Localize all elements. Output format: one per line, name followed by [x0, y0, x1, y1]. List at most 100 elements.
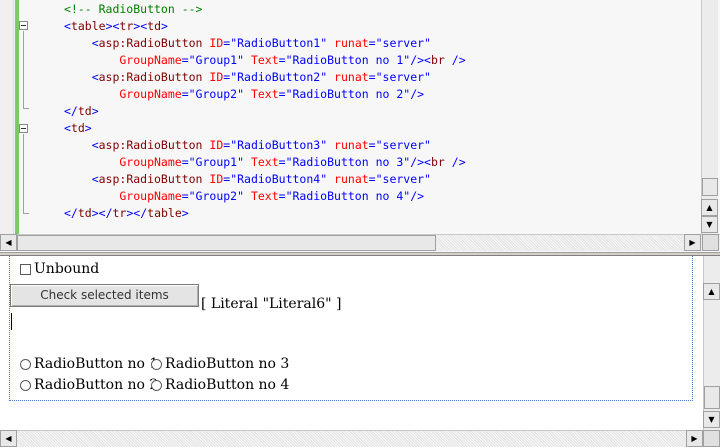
scroll-right-icon[interactable]: ▶ — [684, 234, 701, 251]
code-line[interactable]: <asp:RadioButton ID="RadioButton4" runat… — [64, 171, 431, 188]
radiobutton-1-label: RadioButton no 1 — [34, 356, 159, 372]
code-token: table — [70, 19, 106, 33]
code-token: tr — [119, 19, 134, 33]
code-token: ="server" — [368, 70, 431, 84]
code-token: br — [430, 53, 445, 67]
code-token: </ — [64, 206, 78, 220]
code-token: Text — [244, 189, 279, 203]
code-token: ="RadioButton no 3" — [278, 155, 411, 169]
design-view-pane[interactable]: Unbound Check selected items [ Literal "… — [0, 256, 720, 447]
code-token: > — [161, 19, 168, 33]
code-token: ="server" — [368, 36, 431, 50]
radiobutton-4[interactable] — [151, 380, 162, 391]
code-token: >< — [133, 19, 148, 33]
code-token: < — [64, 138, 99, 152]
code-token: ID — [202, 172, 224, 186]
code-horizontal-scrollbar[interactable]: ◀ ▶ — [0, 234, 720, 251]
code-line[interactable]: GroupName="Group1" Text="RadioButton no … — [64, 52, 466, 69]
radiobutton-4-label: RadioButton no 4 — [165, 377, 290, 393]
code-line[interactable]: <asp:RadioButton ID="RadioButton2" runat… — [64, 69, 431, 86]
radiobutton-1[interactable] — [20, 359, 31, 370]
radiobutton-2[interactable] — [20, 380, 31, 391]
code-token: ="Group1" — [181, 155, 245, 169]
code-token: ="RadioButton1" — [223, 36, 328, 50]
code-line[interactable]: <asp:RadioButton ID="RadioButton1" runat… — [64, 35, 431, 52]
code-line[interactable]: <td> — [64, 120, 92, 137]
code-token: td — [70, 121, 85, 135]
code-token: < — [64, 36, 99, 50]
code-token: asp:RadioButton — [98, 172, 203, 186]
code-token: ID — [202, 138, 224, 152]
code-token: ="server" — [368, 172, 431, 186]
code-line[interactable]: <table><tr><td> — [64, 18, 168, 35]
line-gutter — [0, 0, 14, 234]
code-editor-pane[interactable]: <!-- RadioButton --> <table><tr><td> <asp… — [0, 0, 720, 252]
code-token: Text — [244, 155, 279, 169]
code-token: ="RadioButton no 1" — [278, 53, 411, 67]
scroll-left-icon[interactable]: ◀ — [0, 234, 17, 251]
code-token: ="server" — [368, 138, 431, 152]
check-selected-items-button[interactable]: Check selected items — [10, 284, 199, 307]
code-text-area[interactable]: <!-- RadioButton --> <table><tr><td> <asp… — [19, 0, 701, 234]
code-token: /> — [444, 155, 466, 169]
code-token: /> — [444, 53, 466, 67]
design-vertical-scrollbar[interactable]: ▲ ▼ — [703, 256, 720, 430]
code-line[interactable]: GroupName="Group1" Text="RadioButton no … — [64, 154, 466, 171]
code-token: ></ — [91, 206, 113, 220]
literal-placeholder: [ Literal "Literal6" ] — [201, 296, 342, 312]
code-token: ="RadioButton2" — [223, 70, 328, 84]
horizontal-scroll-thumb[interactable] — [17, 235, 436, 251]
code-token: /> — [410, 87, 425, 101]
scroll-up-icon[interactable]: ▲ — [701, 199, 718, 216]
code-token: tr — [112, 206, 127, 220]
code-token: ></ — [126, 206, 148, 220]
code-token: ID — [202, 70, 224, 84]
unbound-checkbox-label: Unbound — [34, 261, 100, 277]
unbound-checkbox[interactable] — [20, 264, 31, 275]
code-token: Text — [244, 87, 279, 101]
code-token: runat — [327, 172, 369, 186]
scroll-up-icon[interactable]: ▲ — [703, 283, 720, 300]
code-token: >< — [105, 19, 120, 33]
code-token: GroupName — [64, 87, 182, 101]
design-horizontal-scrollbar[interactable]: ◀ ▶ — [0, 430, 720, 447]
code-token: < — [64, 19, 71, 33]
code-token: GroupName — [64, 189, 182, 203]
code-token: asp:RadioButton — [98, 70, 203, 84]
code-line[interactable]: GroupName="Group2" Text="RadioButton no … — [64, 86, 424, 103]
code-token: ="RadioButton no 4" — [278, 189, 411, 203]
code-vertical-scrollbar[interactable]: ▲ ▼ — [701, 0, 718, 234]
corner-box — [703, 430, 720, 447]
code-token: td — [77, 206, 92, 220]
code-line[interactable]: <asp:RadioButton ID="RadioButton3" runat… — [64, 137, 431, 154]
scroll-down-icon[interactable]: ▼ — [703, 411, 720, 428]
code-token: < — [64, 70, 99, 84]
vertical-scroll-thumb[interactable] — [702, 178, 718, 196]
code-line[interactable]: GroupName="Group2" Text="RadioButton no … — [64, 188, 424, 205]
code-token: td — [77, 104, 92, 118]
code-token: > — [84, 121, 92, 135]
radiobutton-2-label: RadioButton no 2 — [34, 377, 159, 393]
code-token: ="Group2" — [181, 189, 245, 203]
code-token: > — [91, 104, 99, 118]
design-surface[interactable]: Unbound Check selected items [ Literal "… — [0, 256, 720, 447]
vertical-scroll-thumb[interactable] — [704, 386, 720, 409]
code-token: /> — [410, 189, 425, 203]
scroll-down-icon[interactable]: ▼ — [701, 216, 718, 233]
code-token: <!-- RadioButton --> — [64, 2, 203, 16]
code-token: < — [64, 172, 99, 186]
code-token: />< — [410, 53, 431, 67]
radiobutton-3-label: RadioButton no 3 — [165, 356, 290, 372]
code-token: br — [430, 155, 445, 169]
code-line[interactable]: <!-- RadioButton --> — [64, 1, 202, 18]
code-token: ="RadioButton no 2" — [278, 87, 411, 101]
radiobutton-3[interactable] — [151, 359, 162, 370]
scroll-left-icon[interactable]: ◀ — [0, 430, 17, 447]
code-line[interactable]: </td></tr></table> — [64, 205, 189, 222]
code-token: GroupName — [64, 53, 182, 67]
code-token: />< — [410, 155, 431, 169]
corner-box — [702, 234, 719, 251]
code-token: ="RadioButton3" — [223, 138, 328, 152]
code-line[interactable]: </td> — [64, 103, 99, 120]
scroll-right-icon[interactable]: ▶ — [686, 430, 703, 447]
